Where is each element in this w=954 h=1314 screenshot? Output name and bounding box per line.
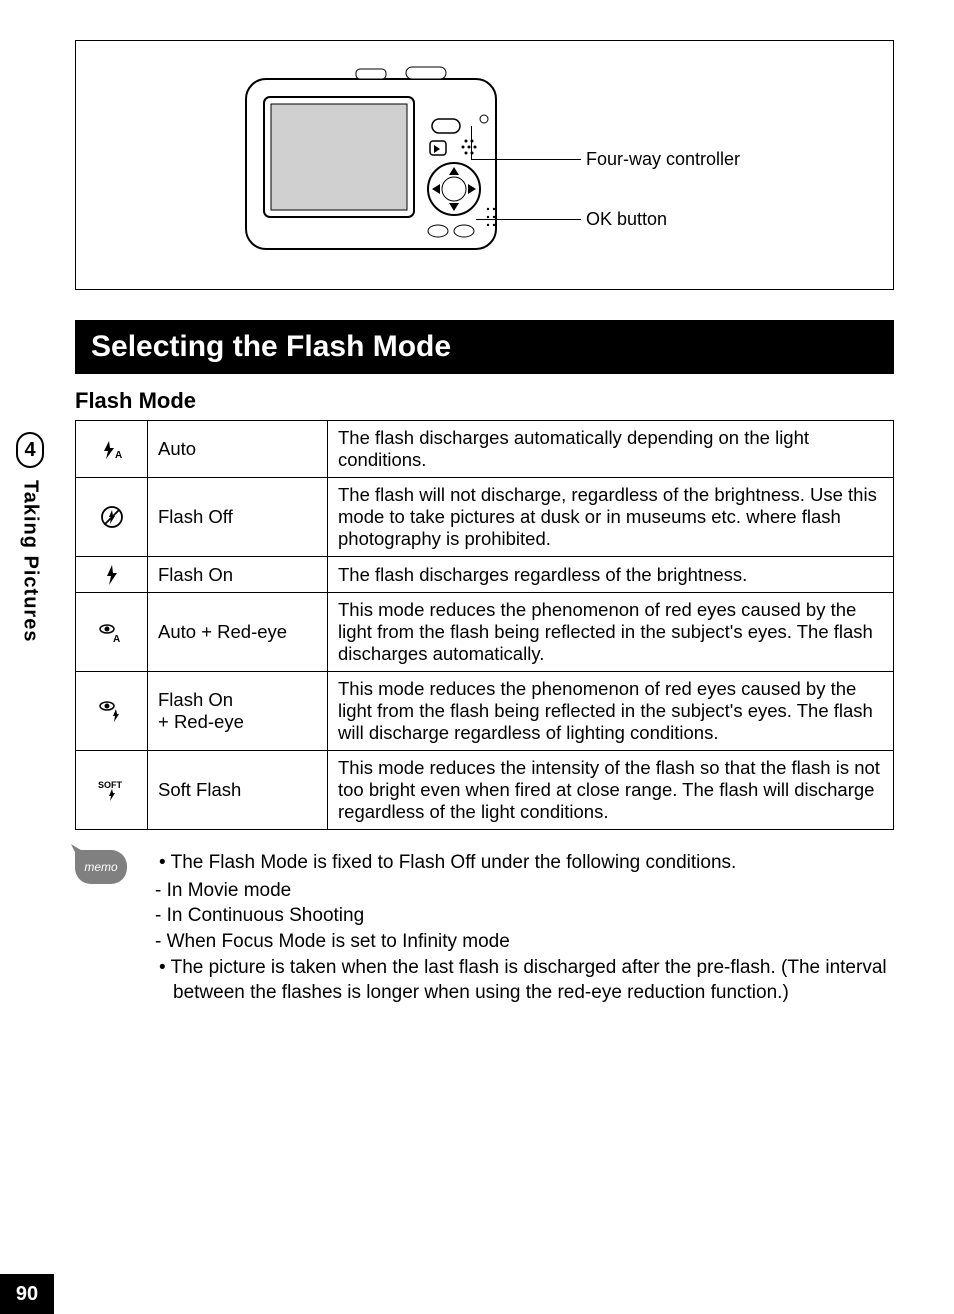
table-row: A Auto + Red-eye This mode reduces the p…	[76, 593, 894, 672]
auto-redeye-icon: A	[76, 593, 148, 672]
memo-bullet: The Flash Mode is fixed to Flash Off und…	[159, 850, 894, 876]
flash-off-icon	[76, 478, 148, 557]
callout-line-1	[471, 159, 581, 160]
camera-diagram: Four-way controller OK button	[75, 40, 894, 290]
table-row: Flash On The flash discharges regardless…	[76, 557, 894, 593]
mode-name: Auto + Red-eye	[148, 593, 328, 672]
camera-illustration	[236, 59, 516, 269]
flashon-redeye-icon	[76, 672, 148, 751]
mode-desc: This mode reduces the intensity of the f…	[328, 751, 894, 830]
flash-on-icon	[76, 557, 148, 593]
mode-desc: The flash discharges automatically depen…	[328, 421, 894, 478]
callout-fourway: Four-way controller	[586, 149, 740, 170]
mode-name: Auto	[148, 421, 328, 478]
mode-desc: The flash will not discharge, regardless…	[328, 478, 894, 557]
side-tab: 4 Taking Pictures	[10, 432, 50, 642]
mode-name: Flash On	[148, 557, 328, 593]
flash-mode-table: A Auto The flash discharges automaticall…	[75, 420, 894, 830]
mode-desc: This mode reduces the phenomenon of red …	[328, 593, 894, 672]
memo-dash: - In Movie mode	[141, 878, 894, 904]
mode-desc: The flash discharges regardless of the b…	[328, 557, 894, 593]
table-row: Flash On + Red-eye This mode reduces the…	[76, 672, 894, 751]
page-number: 90	[0, 1274, 54, 1314]
memo-block: memo The Flash Mode is fixed to Flash Of…	[75, 850, 894, 1008]
callout-line-2	[476, 219, 581, 220]
section-title: Selecting the Flash Mode	[75, 320, 894, 374]
soft-flash-icon: SOFT	[76, 751, 148, 830]
chapter-number: 4	[16, 432, 44, 468]
memo-dash: - When Focus Mode is set to Infinity mod…	[141, 929, 894, 955]
callout-line-1v	[471, 126, 472, 159]
svg-text:A: A	[113, 634, 120, 644]
table-row: Flash Off The flash will not discharge, …	[76, 478, 894, 557]
page-content: Four-way controller OK button Selecting …	[0, 0, 954, 1008]
memo-icon: memo	[75, 850, 127, 884]
callout-ok: OK button	[586, 209, 667, 230]
mode-desc: This mode reduces the phenomenon of red …	[328, 672, 894, 751]
svg-text:A: A	[115, 450, 122, 460]
table-row: SOFT Soft Flash This mode reduces the in…	[76, 751, 894, 830]
subtitle: Flash Mode	[75, 388, 894, 414]
memo-text: The Flash Mode is fixed to Flash Off und…	[141, 850, 894, 1008]
chapter-label: Taking Pictures	[19, 480, 42, 642]
mode-name: Flash On + Red-eye	[148, 672, 328, 751]
svg-text:SOFT: SOFT	[98, 780, 123, 790]
flash-auto-icon: A	[76, 421, 148, 478]
memo-dash: - In Continuous Shooting	[141, 903, 894, 929]
memo-bullet: The picture is taken when the last flash…	[159, 955, 894, 1006]
table-row: A Auto The flash discharges automaticall…	[76, 421, 894, 478]
mode-name: Flash Off	[148, 478, 328, 557]
mode-name: Soft Flash	[148, 751, 328, 830]
